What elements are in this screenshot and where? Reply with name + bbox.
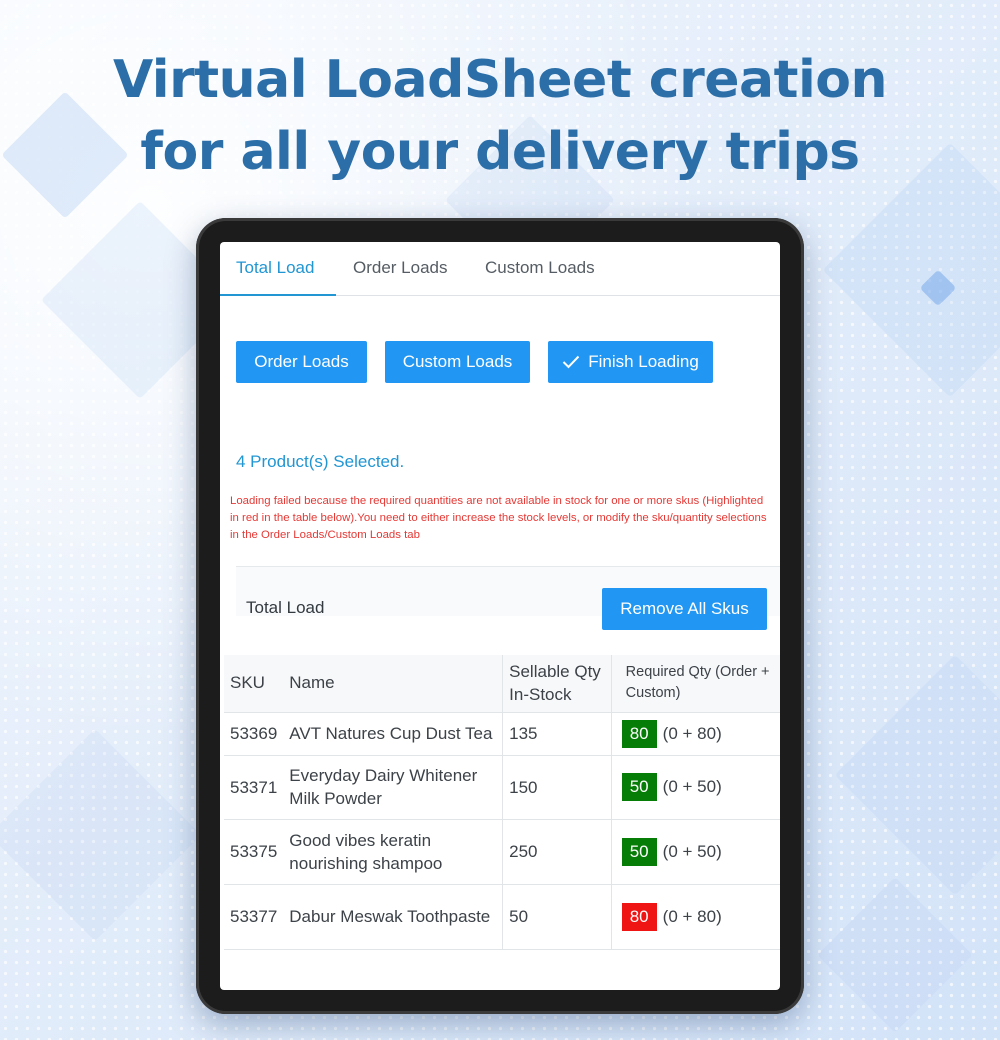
- cell-name: Dabur Meswak Toothpaste: [283, 884, 503, 950]
- table-row: 53371 Everyday Dairy Whitener Milk Powder…: [224, 755, 780, 820]
- required-qty-badge: 50: [621, 837, 657, 866]
- cell-required: 80 (0 + 80): [610, 712, 780, 756]
- cell-required: 50 (0 + 50): [610, 819, 780, 885]
- custom-loads-button[interactable]: Custom Loads: [385, 341, 530, 383]
- required-qty-breakdown: (0 + 80): [662, 906, 722, 926]
- active-tab-indicator: [220, 294, 336, 296]
- required-qty-badge: 80: [621, 719, 657, 748]
- headline-line-1: Virtual LoadSheet creation: [112, 50, 888, 110]
- tab-custom-loads[interactable]: Custom Loads: [485, 258, 595, 278]
- cell-name: Good vibes keratin nourishing shampoo: [283, 819, 503, 885]
- table-row: 53375 Good vibes keratin nourishing shamp…: [224, 819, 780, 885]
- finish-loading-label: Finish Loading: [588, 352, 699, 371]
- header-sellable-qty: Sellable Qty In-Stock: [502, 655, 612, 713]
- required-qty-badge: 50: [621, 773, 657, 801]
- cell-stock: 135: [502, 712, 612, 756]
- cell-stock: 250: [502, 819, 612, 885]
- tablet-frame: Total Load Order Loads Custom Loads Orde…: [196, 218, 804, 1014]
- remove-all-skus-button[interactable]: Remove All Skus: [602, 588, 767, 630]
- selected-count: 4 Product(s) Selected.: [236, 452, 405, 471]
- cell-sku: 53371: [224, 755, 284, 820]
- cell-sku: 53375: [224, 819, 284, 885]
- required-qty-breakdown: (0 + 50): [662, 841, 722, 861]
- total-load-title: Total Load: [246, 598, 325, 617]
- header-required-qty: Required Qty (Order + Custom): [610, 655, 780, 713]
- headline-line-2: for all your delivery trips: [140, 122, 860, 182]
- error-message: Loading failed because the required quan…: [230, 495, 767, 541]
- tablet-screen: Total Load Order Loads Custom Loads Orde…: [220, 242, 780, 990]
- cell-stock: 50: [502, 884, 612, 950]
- header-name: Name: [283, 655, 503, 713]
- headline: Virtual LoadSheet creation for all your …: [0, 44, 1000, 188]
- header-sku: SKU: [224, 655, 284, 713]
- cell-required: 80 (0 + 80): [610, 884, 780, 950]
- tab-bar: Total Load Order Loads Custom Loads: [220, 242, 780, 296]
- table-row: 53377 Dabur Meswak Toothpaste 50 80 (0 + 80): [224, 884, 780, 950]
- table-header-row: SKU Name Sellable Qty In-Stock Required …: [224, 655, 780, 713]
- finish-loading-button[interactable]: Finish Loading: [548, 341, 713, 383]
- order-loads-button[interactable]: Order Loads: [236, 341, 367, 383]
- required-qty-badge: 80: [621, 902, 657, 931]
- cell-sku: 53377: [224, 884, 284, 950]
- check-icon: [562, 343, 580, 385]
- required-qty-breakdown: (0 + 50): [662, 777, 722, 796]
- cell-stock: 150: [502, 755, 612, 820]
- table-row: 53369 AVT Natures Cup Dust Tea 135 80 (0 + 8…: [224, 712, 780, 756]
- cell-sku: 53369: [224, 712, 284, 756]
- required-qty-breakdown: (0 + 80): [662, 723, 722, 743]
- tab-total-load[interactable]: Total Load: [236, 258, 314, 278]
- cell-name: Everyday Dairy Whitener Milk Powder: [283, 755, 503, 820]
- cell-name: AVT Natures Cup Dust Tea: [283, 712, 503, 756]
- sku-table: SKU Name Sellable Qty In-Stock Required …: [224, 655, 780, 950]
- cell-required: 50 (0 + 50): [610, 755, 780, 820]
- tab-order-loads[interactable]: Order Loads: [353, 258, 448, 278]
